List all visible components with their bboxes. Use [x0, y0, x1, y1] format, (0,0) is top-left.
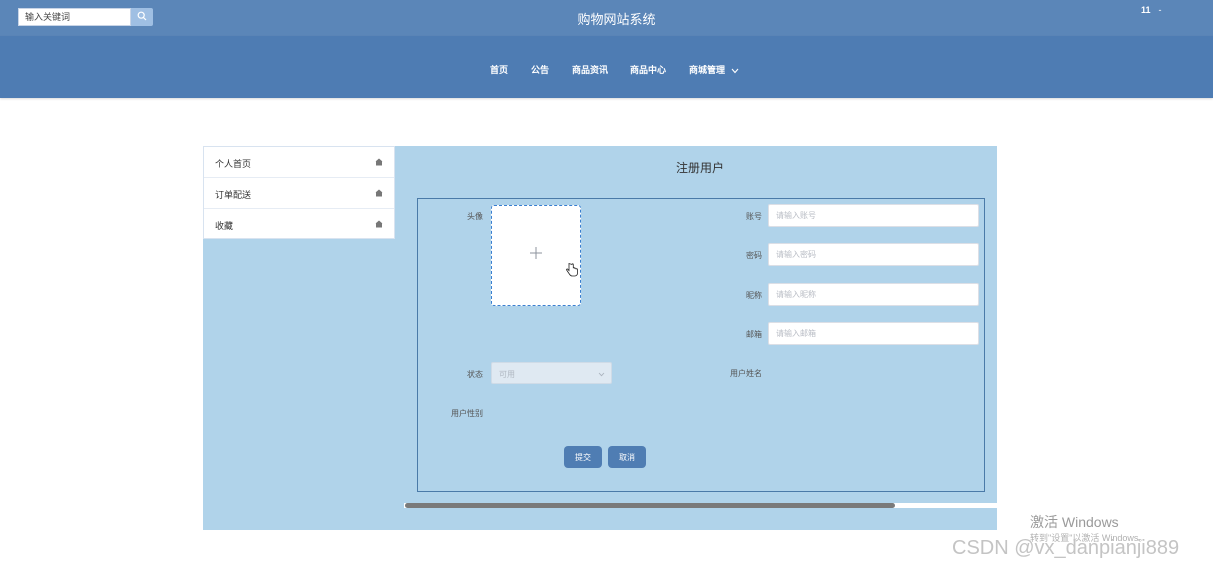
- main-nav: 首页 公告 商品资讯 商品中心 商城管理: [0, 36, 1213, 98]
- email-input[interactable]: 请输入邮箱: [768, 322, 979, 345]
- sidebar: 个人首页 订单配送 收藏: [203, 146, 395, 239]
- sidebar-item-orders[interactable]: 订单配送: [204, 178, 394, 209]
- user-dash: -: [1158, 5, 1162, 15]
- account-input[interactable]: 请输入账号: [768, 204, 979, 227]
- password-label: 密码: [746, 251, 762, 260]
- sidebar-item-label: 个人首页: [215, 159, 252, 169]
- hand-cursor-icon: [566, 262, 578, 283]
- sidebar-item-label: 订单配送: [215, 190, 252, 200]
- nickname-label: 昵称: [746, 291, 762, 300]
- gender-label: 用户性别: [451, 409, 483, 418]
- site-title: 购物网站系统: [577, 12, 656, 27]
- avatar-upload[interactable]: [491, 205, 581, 306]
- nav-item-mall-admin-label: 商城管理: [689, 65, 726, 75]
- nickname-input[interactable]: 请输入昵称: [768, 283, 979, 306]
- sidebar-item-favorites[interactable]: 收藏: [204, 209, 394, 240]
- top-bar: 输入关键词 购物网站系统 11-: [0, 0, 1213, 36]
- home-icon: [375, 220, 383, 228]
- home-icon: [375, 189, 383, 197]
- email-label: 邮箱: [746, 330, 762, 339]
- nav-item-notice[interactable]: 公告: [531, 63, 549, 76]
- status-label: 状态: [467, 370, 483, 379]
- chevron-down-icon: [731, 66, 739, 76]
- home-icon: [375, 158, 383, 166]
- nav-item-home[interactable]: 首页: [490, 63, 508, 76]
- status-value: 可用: [499, 370, 515, 379]
- plus-icon: [529, 246, 543, 265]
- status-select[interactable]: 可用: [491, 362, 612, 384]
- user-menu[interactable]: 11-: [1141, 5, 1162, 15]
- username: 11: [1141, 5, 1151, 15]
- nav-item-news[interactable]: 商品资讯: [572, 63, 608, 76]
- account-label: 账号: [746, 212, 762, 221]
- realname-label: 用户姓名: [730, 369, 762, 378]
- sidebar-background: [203, 239, 395, 530]
- chevron-down-icon: [598, 370, 605, 379]
- csdn-watermark: CSDN @vx_danpianji889: [952, 537, 1180, 559]
- windows-activation-title: 激活 Windows: [1030, 514, 1119, 530]
- avatar-label: 头像: [467, 212, 483, 221]
- page-title: 注册用户: [675, 161, 724, 175]
- cancel-button[interactable]: 取消: [608, 446, 646, 468]
- nav-item-products[interactable]: 商品中心: [630, 63, 666, 76]
- submit-button[interactable]: 提交: [564, 446, 602, 468]
- sidebar-item-profile[interactable]: 个人首页: [204, 147, 394, 178]
- sidebar-item-label: 收藏: [215, 221, 234, 231]
- password-input[interactable]: 请输入密码: [768, 243, 979, 266]
- nav-item-mall-admin[interactable]: 商城管理: [689, 63, 739, 76]
- scrollbar-thumb[interactable]: [405, 503, 895, 508]
